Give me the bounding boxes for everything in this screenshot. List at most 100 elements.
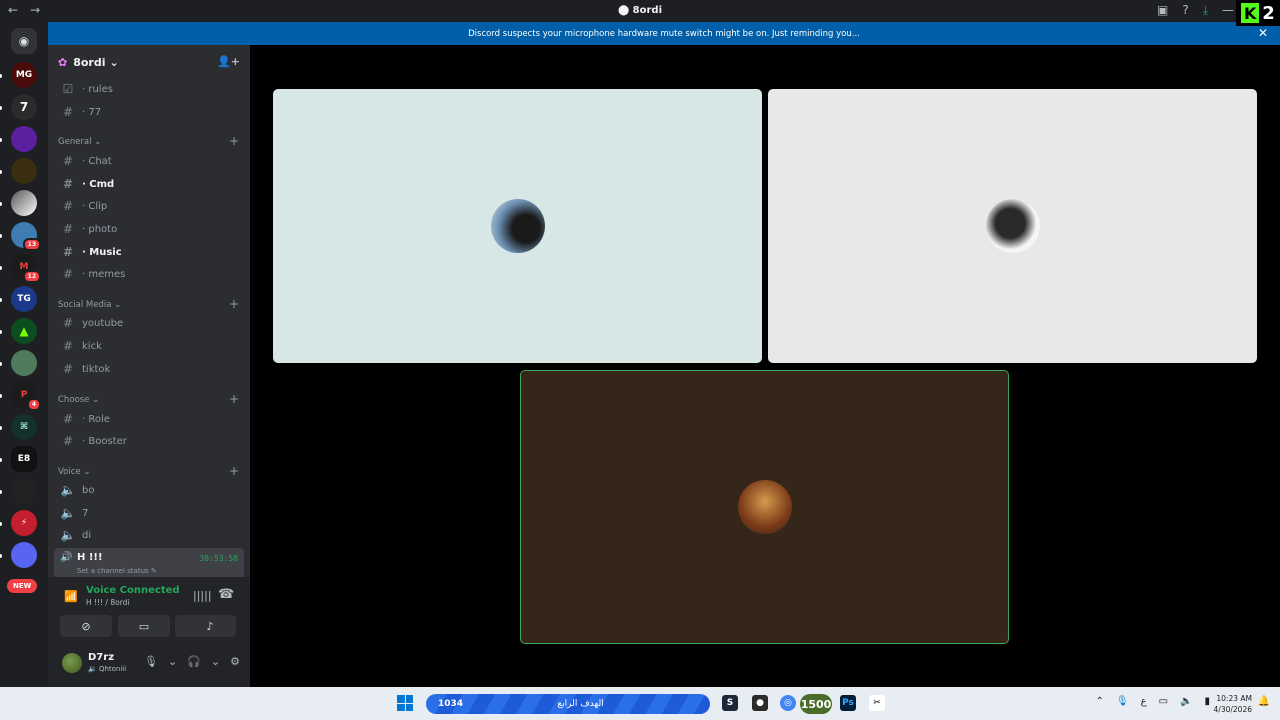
participant-tile-3-speaking[interactable] xyxy=(520,370,1009,644)
inbox-icon[interactable]: ▣ xyxy=(1157,3,1168,18)
gear-icon[interactable]: ⚙ xyxy=(230,655,240,668)
disconnect-icon[interactable]: ☎ xyxy=(218,587,234,602)
channel-chat[interactable]: # · Chat xyxy=(54,151,244,171)
channel-music[interactable]: # · Music xyxy=(54,242,244,262)
server-icon-new[interactable] xyxy=(11,542,37,568)
participant-tile-1[interactable] xyxy=(273,89,762,363)
help-icon[interactable]: ? xyxy=(1182,3,1188,18)
participant-tile-2[interactable] xyxy=(768,89,1257,363)
screen-share-button[interactable]: ▭ xyxy=(118,615,170,637)
new-badge: NEW xyxy=(7,579,38,593)
server-icon-m[interactable]: M 12 xyxy=(11,254,41,283)
channel-rules[interactable]: ☑ · rules xyxy=(54,79,244,99)
microphone-icon[interactable]: 🎙 xyxy=(144,655,158,668)
photoshop-icon[interactable]: Ps xyxy=(840,695,856,711)
server-header[interactable]: ✿ 8ordi ⌄ 👤+ xyxy=(48,45,250,79)
channel-label: bo xyxy=(82,484,95,496)
unread-dot xyxy=(0,458,2,462)
voice-connected-sub[interactable]: H !!! / 8ordi xyxy=(86,598,130,607)
category-social-media[interactable]: Social Media ⌄ + xyxy=(58,297,243,311)
voice-channel-7[interactable]: 🔈 7 xyxy=(54,503,244,523)
hashtag-icon: # xyxy=(62,222,74,236)
server-icon-dark[interactable] xyxy=(11,478,37,504)
download-icon[interactable]: ⤓ xyxy=(1203,3,1208,18)
server-icon-p[interactable]: P4 xyxy=(11,382,41,411)
server-icon-red[interactable]: ⚡ xyxy=(11,510,37,536)
server-icon-gold[interactable] xyxy=(11,158,37,184)
counter-pill[interactable]: 1500 xyxy=(800,694,832,714)
server-list: ◉ MG 7 13 M 12 TG ▲ P4 ⌘ E8 ⚡ NEW xyxy=(0,22,48,687)
capcut-icon[interactable]: ✂ xyxy=(869,695,885,711)
add-channel-icon[interactable]: + xyxy=(229,134,239,148)
server-icon-blue[interactable]: 13 xyxy=(11,222,41,251)
channel-kick[interactable]: # kick xyxy=(54,336,244,356)
title-bar: ← → ⬤ 8ordi ▣ ? ⤓ — xyxy=(0,0,1280,22)
battery-icon[interactable]: ▮ xyxy=(1204,696,1210,707)
category-general[interactable]: General ⌄ + xyxy=(58,134,243,148)
voice-channel-di[interactable]: 🔈 di xyxy=(54,525,244,545)
add-channel-icon[interactable]: + xyxy=(229,297,239,311)
unread-dot xyxy=(0,554,2,558)
signal-icon[interactable]: 📶 xyxy=(64,590,78,603)
chrome-icon[interactable]: ◎ xyxy=(780,695,796,711)
add-channel-icon[interactable]: + xyxy=(229,392,239,406)
server-icon-gray[interactable] xyxy=(11,190,37,216)
voice-connected-label[interactable]: Voice Connected xyxy=(86,585,180,596)
voice-channel-bo[interactable]: 🔈 bo xyxy=(54,480,244,500)
speaker-icon: 🔈 xyxy=(60,506,76,520)
server-icon-label: TG xyxy=(17,294,31,304)
steam-icon[interactable]: S xyxy=(722,695,738,711)
channel-cmd[interactable]: # · Cmd xyxy=(54,174,244,194)
network-icon[interactable]: ▭ xyxy=(1159,696,1168,707)
language-indicator[interactable]: ع xyxy=(1141,696,1147,707)
hashtag-icon: # xyxy=(62,154,74,168)
channel-77[interactable]: # · 77 xyxy=(54,102,244,122)
server-icon-green[interactable] xyxy=(11,350,37,376)
avatar[interactable] xyxy=(62,653,82,673)
category-voice[interactable]: Voice ⌄ + xyxy=(58,464,243,478)
channel-label: · Booster xyxy=(82,435,127,447)
server-icon-e8[interactable]: E8 xyxy=(11,446,37,472)
soundboard-button[interactable]: ♪ xyxy=(184,615,236,637)
active-voice-channel[interactable]: 🔊 H !!! 38:53:58 Set a channel status ✎ xyxy=(54,548,244,578)
add-channel-icon[interactable]: + xyxy=(229,464,239,478)
chevron-up-icon[interactable]: ⌃ xyxy=(1096,696,1104,707)
microphone-icon[interactable]: 🎙 xyxy=(1116,696,1129,707)
username[interactable]: D7rz xyxy=(88,652,114,663)
channel-youtube[interactable]: # youtube xyxy=(54,313,244,333)
server-icon-circle[interactable]: ⌘ xyxy=(11,414,37,440)
chevron-down-icon[interactable]: ⌄ xyxy=(211,655,220,668)
channel-status-prompt[interactable]: Set a channel status ✎ xyxy=(77,567,157,575)
server-icon-tg[interactable]: TG xyxy=(11,286,37,312)
channel-clip[interactable]: # · Clip xyxy=(54,196,244,216)
channel-role[interactable]: # · Role xyxy=(54,409,244,429)
minimize-icon[interactable]: — xyxy=(1222,3,1234,18)
noise-suppression-icon[interactable]: ||||| xyxy=(193,589,212,602)
windows-start-icon[interactable] xyxy=(397,695,413,711)
server-icon-mg[interactable]: MG xyxy=(11,62,37,88)
channel-memes[interactable]: # · memes xyxy=(54,264,244,284)
chevron-down-icon[interactable]: ⌄ xyxy=(168,655,177,668)
channel-photo[interactable]: # · photo xyxy=(54,219,244,239)
window-title-text: 8ordi xyxy=(632,5,663,16)
server-icon-7[interactable]: 7 xyxy=(11,94,37,120)
taskbar-search[interactable]: 1034 الهدف الرابع xyxy=(426,694,710,714)
discord-home-icon[interactable]: ◉ xyxy=(11,28,37,54)
channel-booster[interactable]: # · Booster xyxy=(54,431,244,451)
camera-button[interactable]: ⊘ xyxy=(60,615,112,637)
close-icon[interactable]: ✕ xyxy=(1258,26,1268,40)
channel-tiktok[interactable]: # tiktok xyxy=(54,359,244,379)
server-icon-triangle[interactable]: ▲ xyxy=(11,318,37,344)
clock[interactable]: 10:23 AM 4/30/2026 xyxy=(1214,693,1252,715)
category-choose[interactable]: Choose ⌄ + xyxy=(58,392,243,406)
headphones-icon[interactable]: 🎧 xyxy=(187,655,201,668)
clock-time: 10:23 AM xyxy=(1216,694,1252,703)
volume-icon[interactable]: 🔈 xyxy=(1180,696,1192,707)
add-user-icon[interactable]: 👤+ xyxy=(217,55,240,68)
notification-bell-icon[interactable]: 🔔 xyxy=(1258,696,1270,707)
server-icon-purple[interactable] xyxy=(11,126,37,152)
system-tray: ⌃ 🎙 ع ▭ 🔈 ▮ xyxy=(1096,696,1210,707)
app-icon[interactable]: ● xyxy=(752,695,768,711)
kick-overlay: K 2 xyxy=(1236,0,1280,26)
hashtag-icon: # xyxy=(62,177,74,191)
